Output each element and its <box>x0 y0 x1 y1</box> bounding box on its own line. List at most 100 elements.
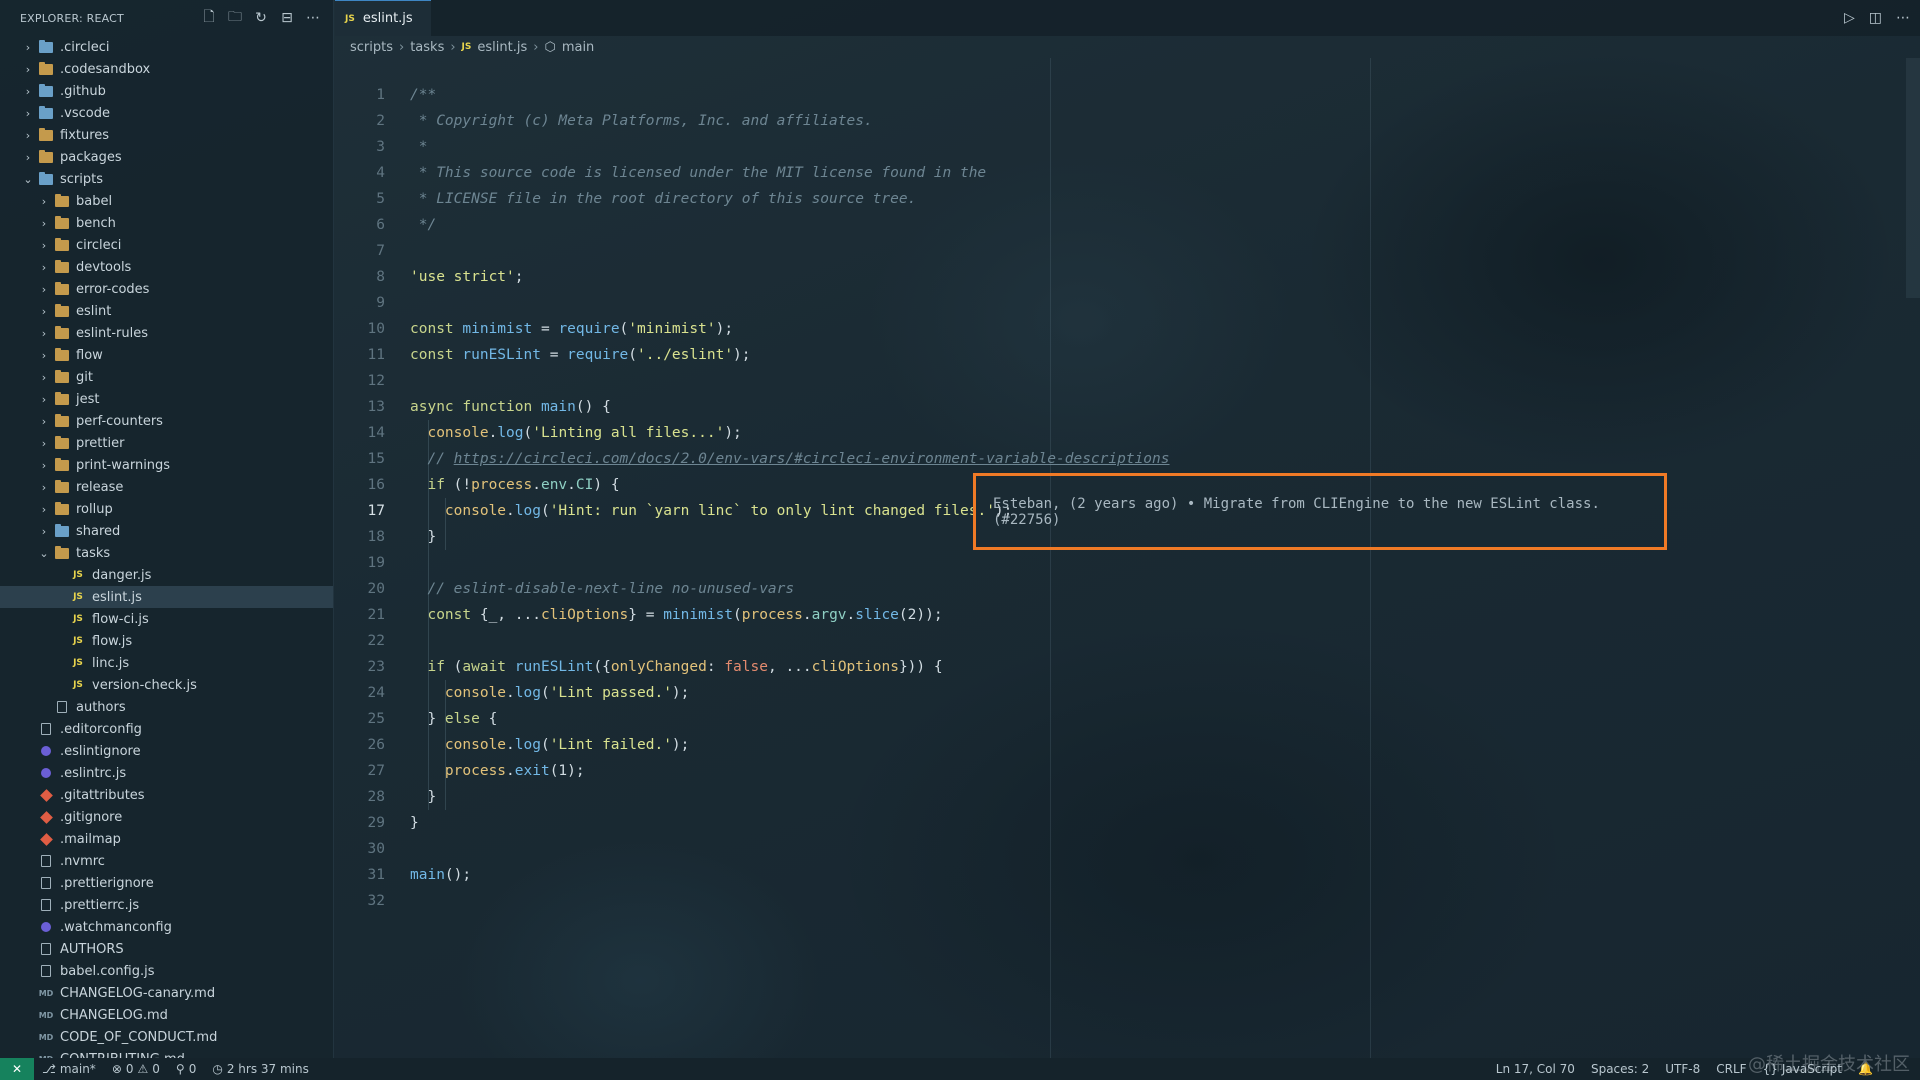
tree-item[interactable]: › release <box>0 476 333 498</box>
tree-item[interactable]: .mailmap <box>0 828 333 850</box>
code-line[interactable]: 30 <box>335 836 385 862</box>
tree-item[interactable]: › git <box>0 366 333 388</box>
problems-status[interactable]: ⊗ 0 ⚠ 0 <box>104 1062 168 1076</box>
code-line[interactable]: 4 * This source code is licensed under t… <box>335 160 986 186</box>
tree-item[interactable]: › fixtures <box>0 124 333 146</box>
encoding-status[interactable]: UTF-8 <box>1657 1062 1708 1076</box>
run-icon[interactable]: ▷ <box>1844 10 1855 26</box>
code-line[interactable]: 3 * <box>335 134 427 160</box>
tree-item[interactable]: .eslintignore <box>0 740 333 762</box>
split-editor-icon[interactable]: ◫ <box>1869 10 1882 26</box>
tree-item[interactable]: › jest <box>0 388 333 410</box>
tree-item[interactable]: › error-codes <box>0 278 333 300</box>
code-line[interactable]: 2 * Copyright (c) Meta Platforms, Inc. a… <box>335 108 872 134</box>
branch-status[interactable]: ⎇ main* <box>34 1062 104 1076</box>
code-line[interactable]: 14 console.log('Linting all files...'); <box>335 420 742 446</box>
code-line[interactable]: 25 } else { <box>335 706 498 732</box>
tree-item[interactable]: .prettierrc.js <box>0 894 333 916</box>
tree-item[interactable]: JS linc.js <box>0 652 333 674</box>
code-line[interactable]: 26 console.log('Lint failed.'); <box>335 732 690 758</box>
tree-item[interactable]: › rollup <box>0 498 333 520</box>
code-line[interactable]: 24 console.log('Lint passed.'); <box>335 680 690 706</box>
tree-item[interactable]: › shared <box>0 520 333 542</box>
code-line[interactable]: 20 // eslint-disable-next-line no-unused… <box>335 576 795 602</box>
tree-item[interactable]: JS flow-ci.js <box>0 608 333 630</box>
indentation-status[interactable]: Spaces: 2 <box>1583 1062 1657 1076</box>
code-line[interactable]: 11 const runESLint = require('../eslint')… <box>335 342 751 368</box>
tree-item[interactable]: › perf-counters <box>0 410 333 432</box>
tree-item[interactable]: › eslint-rules <box>0 322 333 344</box>
code-editor[interactable]: 1 /** 2 * Copyright (c) Meta Platforms, In… <box>335 82 1920 1058</box>
breadcrumb-file[interactable]: eslint.js <box>477 40 527 55</box>
more-icon[interactable]: ⋯ <box>1896 10 1910 26</box>
tree-item[interactable]: › circleci <box>0 234 333 256</box>
code-line[interactable]: 21 const {_, ...cliOptions} = minimist(p… <box>335 602 943 628</box>
tree-item[interactable]: .gitattributes <box>0 784 333 806</box>
tab-eslint-js[interactable]: JS eslint.js <box>335 0 431 36</box>
tree-item[interactable]: › print-warnings <box>0 454 333 476</box>
code-line[interactable]: 17 console.log('Hint: run `yarn linc` to… <box>335 498 1013 524</box>
new-file-icon[interactable]: 🗋 <box>201 9 217 26</box>
code-line[interactable]: 5 * LICENSE file in the root directory o… <box>335 186 916 212</box>
time-status[interactable]: ◷ 2 hrs 37 mins <box>204 1062 317 1076</box>
code-line[interactable]: 19 <box>335 550 385 576</box>
tree-item[interactable]: JS flow.js <box>0 630 333 652</box>
tree-item[interactable]: .gitignore <box>0 806 333 828</box>
code-line[interactable]: 16 if (!process.env.CI) { <box>335 472 620 498</box>
code-line[interactable]: 9 <box>335 290 385 316</box>
tree-item[interactable]: › bench <box>0 212 333 234</box>
tree-item[interactable]: › flow <box>0 344 333 366</box>
more-icon[interactable]: ⋯ <box>305 10 321 26</box>
cursor-position[interactable]: Ln 17, Col 70 <box>1488 1062 1583 1076</box>
code-line[interactable]: 18 } <box>335 524 437 550</box>
refresh-icon[interactable]: ↻ <box>253 10 269 26</box>
tree-item[interactable]: › eslint <box>0 300 333 322</box>
code-line[interactable]: 23 if (await runESLint({onlyChanged: fal… <box>335 654 943 680</box>
tree-item[interactable]: MD CHANGELOG-canary.md <box>0 982 333 1004</box>
code-line[interactable]: 1 /** <box>335 82 436 108</box>
tree-item[interactable]: authors <box>0 696 333 718</box>
tree-item[interactable]: › .vscode <box>0 102 333 124</box>
tree-item[interactable]: babel.config.js <box>0 960 333 982</box>
tree-item[interactable]: › babel <box>0 190 333 212</box>
code-line[interactable]: 12 <box>335 368 385 394</box>
ports-status[interactable]: ⚲ 0 <box>168 1062 204 1076</box>
breadcrumb-tasks[interactable]: tasks <box>410 40 444 55</box>
code-line[interactable]: 28 } <box>335 784 437 810</box>
tree-item[interactable]: JS version-check.js <box>0 674 333 696</box>
tree-item[interactable]: .watchmanconfig <box>0 916 333 938</box>
tree-item[interactable]: › .codesandbox <box>0 58 333 80</box>
code-line[interactable]: 10 const minimist = require('minimist'); <box>335 316 734 342</box>
tree-item[interactable]: › devtools <box>0 256 333 278</box>
remote-icon[interactable]: ✕ <box>0 1058 34 1080</box>
tree-item[interactable]: MD CODE_OF_CONDUCT.md <box>0 1026 333 1048</box>
code-line[interactable]: 7 <box>335 238 385 264</box>
code-line[interactable]: 29} <box>335 810 419 836</box>
code-line[interactable]: 22 <box>335 628 385 654</box>
code-line[interactable]: 8 'use strict'; <box>335 264 523 290</box>
code-line[interactable]: 6 */ <box>335 212 436 238</box>
tree-item[interactable]: JS danger.js <box>0 564 333 586</box>
collapse-icon[interactable]: ⊟ <box>279 10 295 26</box>
tree-item[interactable]: › packages <box>0 146 333 168</box>
tree-item[interactable]: JS eslint.js <box>0 586 333 608</box>
tree-item[interactable]: .nvmrc <box>0 850 333 872</box>
tree-item[interactable]: MD CHANGELOG.md <box>0 1004 333 1026</box>
code-line[interactable]: 13 async function main() { <box>335 394 611 420</box>
tree-item[interactable]: AUTHORS <box>0 938 333 960</box>
tree-item[interactable]: .editorconfig <box>0 718 333 740</box>
code-line[interactable]: 27 process.exit(1); <box>335 758 585 784</box>
breadcrumb-symbol[interactable]: main <box>562 40 594 55</box>
tree-item[interactable]: ⌄ tasks <box>0 542 333 564</box>
tree-item[interactable]: .prettierignore <box>0 872 333 894</box>
tree-item[interactable]: › .github <box>0 80 333 102</box>
code-line[interactable]: 15 // https://circleci.com/docs/2.0/env-… <box>335 446 1170 472</box>
code-line[interactable]: 32 <box>335 888 385 914</box>
tree-item[interactable]: ⌄ scripts <box>0 168 333 190</box>
code-line[interactable]: 31 main(); <box>335 862 472 888</box>
tree-item[interactable]: › prettier <box>0 432 333 454</box>
tree-item[interactable]: › .circleci <box>0 36 333 58</box>
tree-item[interactable]: .eslintrc.js <box>0 762 333 784</box>
new-folder-icon[interactable]: 🗀 <box>227 9 243 26</box>
editor-scrollbar[interactable] <box>1906 58 1920 298</box>
